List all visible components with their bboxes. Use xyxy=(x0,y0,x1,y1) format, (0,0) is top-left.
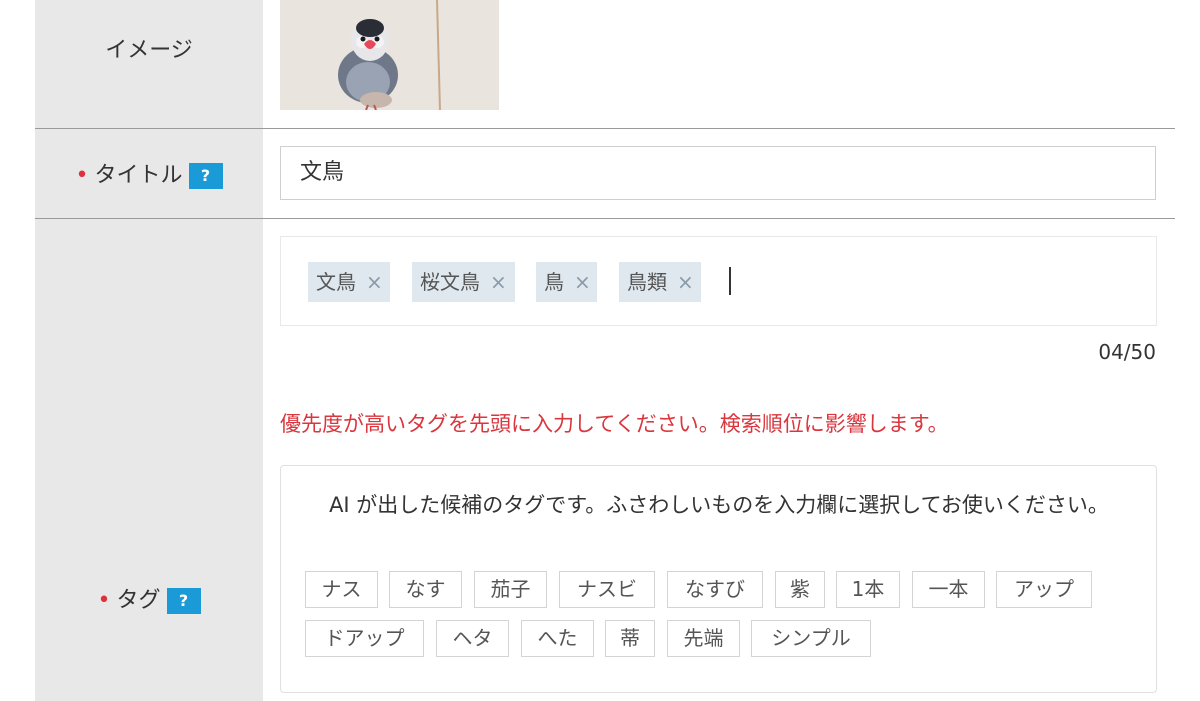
tag-help-icon[interactable]: ? xyxy=(166,588,201,614)
bird-illustration xyxy=(280,0,499,110)
tag-chip-label: 桜文鳥 xyxy=(420,270,480,294)
suggested-tag[interactable]: ドアップ xyxy=(305,620,424,657)
suggested-tag[interactable]: 1本 xyxy=(836,571,900,608)
tag-counter: 04/50 xyxy=(1098,340,1156,364)
row-divider xyxy=(35,128,1175,129)
close-icon[interactable]: × xyxy=(677,270,694,294)
suggested-tag[interactable]: 先端 xyxy=(667,620,740,657)
row-divider xyxy=(35,218,1175,219)
tag-priority-warning: 優先度が高いタグを先頭に入力してください。検索順位に影響します。 xyxy=(280,412,949,436)
suggested-tag[interactable]: ナスビ xyxy=(559,571,655,608)
suggested-tag[interactable]: ヘタ xyxy=(436,620,509,657)
suggested-tag[interactable]: 茄子 xyxy=(474,571,547,608)
tag-chip[interactable]: 文鳥 × xyxy=(308,262,390,302)
tag-chip-label: 鳥類 xyxy=(627,270,667,294)
suggested-tag[interactable]: なす xyxy=(389,571,462,608)
suggested-tag[interactable]: へた xyxy=(521,620,594,657)
tag-chip[interactable]: 桜文鳥 × xyxy=(412,262,515,302)
required-dot-icon: • xyxy=(97,588,111,613)
tag-label: タグ xyxy=(116,588,161,613)
bird-image[interactable] xyxy=(280,0,499,110)
suggested-tag[interactable]: アップ xyxy=(996,571,1092,608)
close-icon[interactable]: × xyxy=(574,270,591,294)
close-icon[interactable]: × xyxy=(366,270,383,294)
title-label: タイトル xyxy=(94,163,183,188)
text-caret xyxy=(729,267,731,295)
label-cell-title: • タイトル? xyxy=(35,129,263,218)
suggested-tag[interactable]: ナス xyxy=(305,571,378,608)
title-input[interactable]: 文鳥 xyxy=(280,146,1156,200)
tag-input[interactable]: 文鳥 × 桜文鳥 × 鳥 × 鳥類 × xyxy=(280,236,1157,326)
suggested-tag[interactable]: 紫 xyxy=(775,571,825,608)
close-icon[interactable]: × xyxy=(490,270,507,294)
label-cell-image: イメージ xyxy=(35,0,263,128)
title-help-icon[interactable]: ? xyxy=(188,163,223,189)
tag-chip[interactable]: 鳥 × xyxy=(536,262,597,302)
label-cell-tag: • タグ? xyxy=(35,219,263,701)
tag-chip[interactable]: 鳥類 × xyxy=(619,262,701,302)
tag-chip-label: 鳥 xyxy=(544,270,564,294)
required-dot-icon: • xyxy=(75,163,89,188)
suggested-tag[interactable]: 一本 xyxy=(912,571,985,608)
tag-chip-label: 文鳥 xyxy=(316,270,356,294)
image-label: イメージ xyxy=(105,38,193,63)
ai-suggestion-description: AI が出した候補のタグです。ふさわしいものを入力欄に選択してお使いください。 xyxy=(329,493,1109,517)
suggested-tag[interactable]: 蒂 xyxy=(605,620,655,657)
suggested-tag[interactable]: なすび xyxy=(667,571,763,608)
suggested-tag[interactable]: シンプル xyxy=(751,620,871,657)
